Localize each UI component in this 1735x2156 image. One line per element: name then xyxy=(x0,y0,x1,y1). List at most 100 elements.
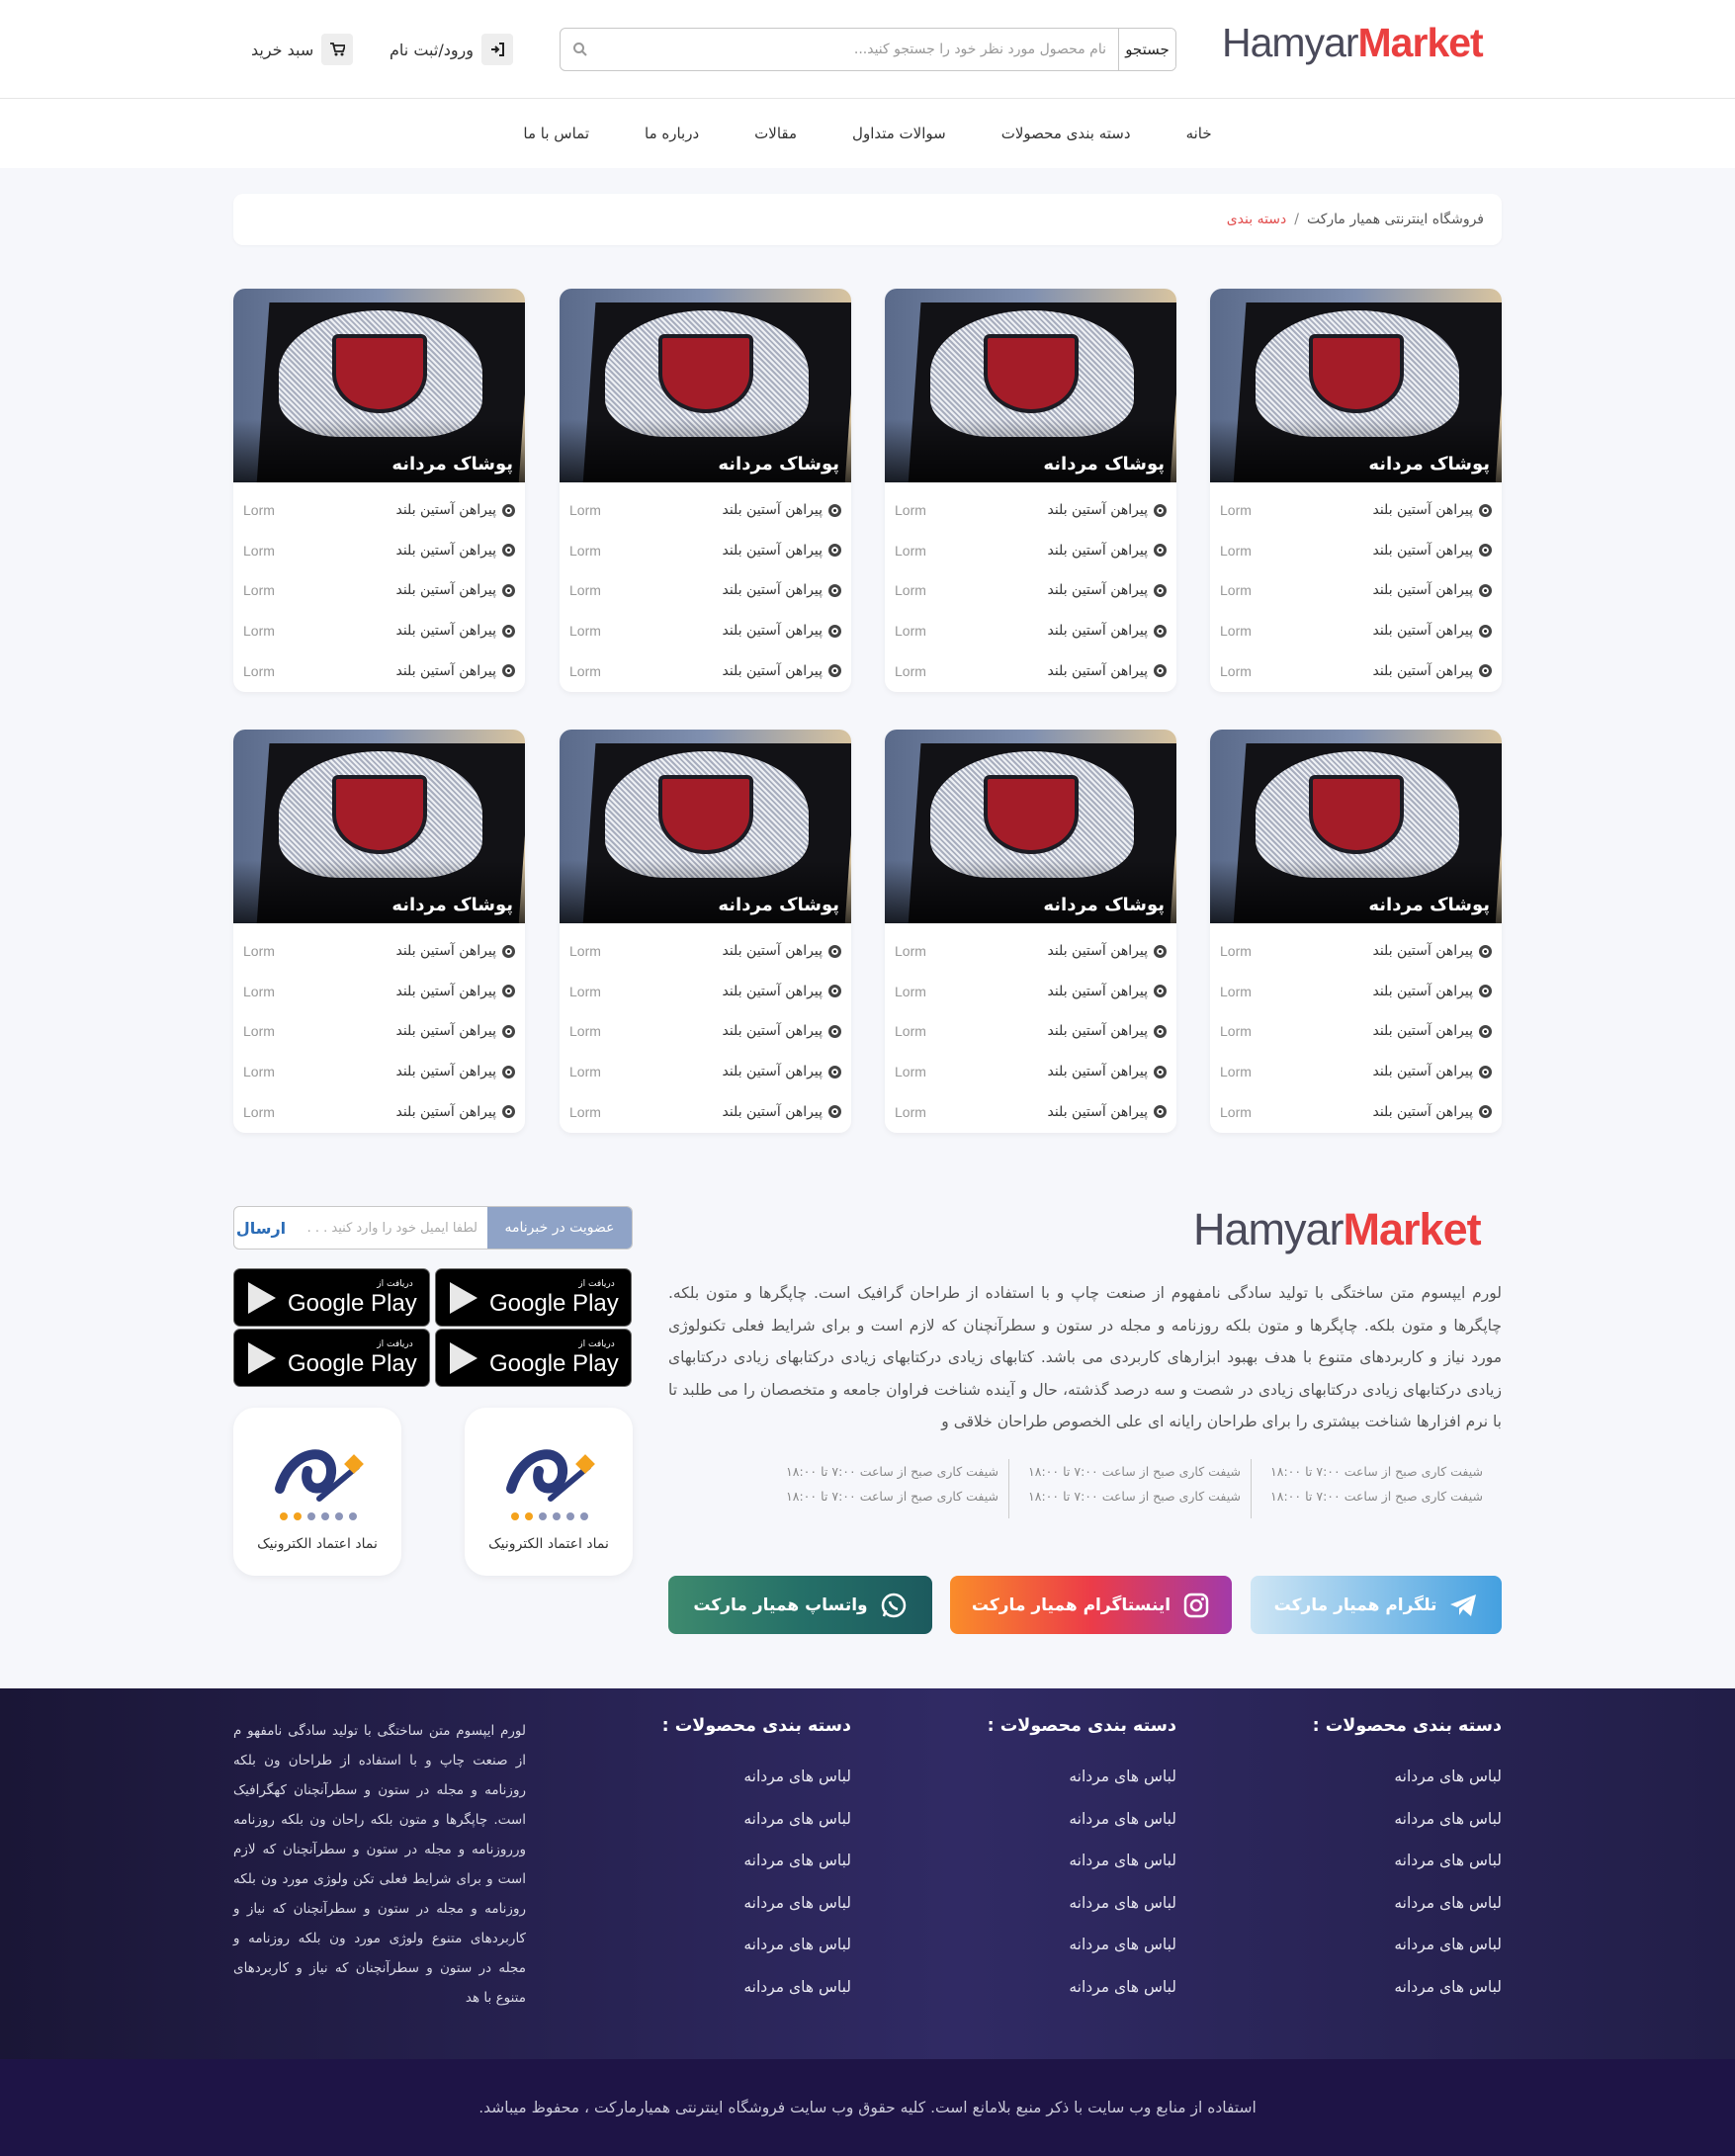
nav-item-contact[interactable]: تماس با ما xyxy=(523,125,589,142)
footer-link[interactable]: لباس های مردانه xyxy=(1069,1978,1176,2021)
category-item[interactable]: پیراهن آستین بلند Lorm xyxy=(243,931,515,972)
footer-link[interactable]: لباس های مردانه xyxy=(1069,1768,1176,1810)
telegram-button[interactable]: تلگرام همیار مارکت xyxy=(1251,1576,1502,1634)
login-register-link[interactable]: ورود/ثبت نام xyxy=(390,34,514,65)
whatsapp-button[interactable]: واتساپ همیار مارکت xyxy=(668,1576,932,1634)
category-item[interactable]: پیراهن آستین بلند Lorm xyxy=(1220,650,1492,691)
category-item[interactable]: پیراهن آستین بلند Lorm xyxy=(569,931,841,972)
footer-link[interactable]: لباس های مردانه xyxy=(1394,1810,1502,1853)
newsletter-email-input[interactable] xyxy=(288,1207,487,1249)
category-item[interactable]: پیراهن آستین بلند Lorm xyxy=(895,570,1167,611)
footer-link[interactable]: لباس های مردانه xyxy=(1394,1894,1502,1937)
enamad-trust-badge[interactable]: نماد اعتماد الکترونیک xyxy=(465,1408,633,1576)
search-input[interactable] xyxy=(600,29,1118,70)
category-item[interactable]: پیراهن آستین بلند Lorm xyxy=(1220,1011,1492,1052)
nav-item-about[interactable]: درباره ما xyxy=(645,125,699,142)
search-icon[interactable] xyxy=(561,29,600,70)
google-play-badge[interactable]: دریافت از Google Play xyxy=(435,1268,632,1327)
category-item[interactable]: پیراهن آستین بلند Lorm xyxy=(895,650,1167,691)
footer-link[interactable]: لباس های مردانه xyxy=(743,1894,851,1937)
category-card[interactable]: پوشاک مردانه پیراهن آستین بلند Lorm پیراهن … xyxy=(233,289,525,692)
newsletter-send-button[interactable]: ارسال xyxy=(234,1207,288,1249)
category-item[interactable]: پیراهن آستین بلند Lorm xyxy=(895,611,1167,651)
category-item[interactable]: پیراهن آستین بلند Lorm xyxy=(1220,931,1492,972)
category-card[interactable]: پوشاک مردانه پیراهن آستین بلند Lorm پیراهن … xyxy=(560,730,851,1133)
enamad-trust-badge[interactable]: نماد اعتماد الکترونیک xyxy=(233,1408,401,1576)
category-item[interactable]: پیراهن آستین بلند Lorm xyxy=(895,490,1167,531)
breadcrumb-home[interactable]: فروشگاه اینترنتی همیار مارکت xyxy=(1307,212,1484,227)
category-item[interactable]: پیراهن آستین بلند Lorm xyxy=(895,1091,1167,1132)
category-image[interactable]: پوشاک مردانه xyxy=(560,730,851,923)
footer-link[interactable]: لباس های مردانه xyxy=(1394,1852,1502,1894)
category-item[interactable]: پیراهن آستین بلند Lorm xyxy=(1220,490,1492,531)
site-logo[interactable]: HamyarMarket xyxy=(1222,20,1489,69)
category-item[interactable]: پیراهن آستین بلند Lorm xyxy=(569,1011,841,1052)
category-item[interactable]: پیراهن آستین بلند Lorm xyxy=(569,972,841,1012)
category-item[interactable]: پیراهن آستین بلند Lorm xyxy=(1220,1091,1492,1132)
category-card[interactable]: پوشاک مردانه پیراهن آستین بلند Lorm پیراهن … xyxy=(885,730,1176,1133)
category-image[interactable]: پوشاک مردانه xyxy=(1210,289,1502,482)
category-card[interactable]: پوشاک مردانه پیراهن آستین بلند Lorm پیراهن … xyxy=(1210,289,1502,692)
footer-link[interactable]: لباس های مردانه xyxy=(743,1768,851,1810)
cart-link[interactable]: سبد خرید xyxy=(251,34,354,65)
footer-logo[interactable]: HamyarMarket xyxy=(1193,1204,1486,1254)
category-item[interactable]: پیراهن آستین بلند Lorm xyxy=(1220,570,1492,611)
category-item-label: پیراهن آستین بلند xyxy=(1372,623,1473,640)
category-item[interactable]: پیراهن آستین بلند Lorm xyxy=(243,972,515,1012)
category-image[interactable]: پوشاک مردانه xyxy=(233,730,525,923)
google-play-badge[interactable]: دریافت از Google Play xyxy=(233,1268,430,1327)
footer-link[interactable]: لباس های مردانه xyxy=(1069,1936,1176,1978)
category-image[interactable]: پوشاک مردانه xyxy=(233,289,525,482)
category-item[interactable]: پیراهن آستین بلند Lorm xyxy=(895,1052,1167,1092)
nav-item-home[interactable]: خانه xyxy=(1186,125,1212,142)
category-item[interactable]: پیراهن آستین بلند Lorm xyxy=(243,650,515,691)
instagram-button[interactable]: اینستاگرام همیار مارکت xyxy=(950,1576,1232,1634)
category-item[interactable]: پیراهن آستین بلند Lorm xyxy=(895,531,1167,571)
category-image[interactable]: پوشاک مردانه xyxy=(885,289,1176,482)
category-image[interactable]: پوشاک مردانه xyxy=(885,730,1176,923)
footer-link[interactable]: لباس های مردانه xyxy=(743,1978,851,2021)
category-item[interactable]: پیراهن آستین بلند Lorm xyxy=(569,1091,841,1132)
footer-link[interactable]: لباس های مردانه xyxy=(1394,1978,1502,2021)
footer-link[interactable]: لباس های مردانه xyxy=(1069,1852,1176,1894)
category-item[interactable]: پیراهن آستین بلند Lorm xyxy=(569,1052,841,1092)
category-item[interactable]: پیراهن آستین بلند Lorm xyxy=(243,611,515,651)
category-item[interactable]: پیراهن آستین بلند Lorm xyxy=(243,1011,515,1052)
category-image[interactable]: پوشاک مردانه xyxy=(1210,730,1502,923)
search-button[interactable]: جستجو xyxy=(1118,29,1175,70)
category-item[interactable]: پیراهن آستین بلند Lorm xyxy=(569,650,841,691)
footer-link[interactable]: لباس های مردانه xyxy=(1394,1936,1502,1978)
category-item[interactable]: پیراهن آستین بلند Lorm xyxy=(895,1011,1167,1052)
category-card[interactable]: پوشاک مردانه پیراهن آستین بلند Lorm پیراهن … xyxy=(885,289,1176,692)
category-image[interactable]: پوشاک مردانه xyxy=(560,289,851,482)
footer-link[interactable]: لباس های مردانه xyxy=(743,1852,851,1894)
category-item[interactable]: پیراهن آستین بلند Lorm xyxy=(895,931,1167,972)
category-item[interactable]: پیراهن آستین بلند Lorm xyxy=(243,1052,515,1092)
category-item[interactable]: پیراهن آستین بلند Lorm xyxy=(569,611,841,651)
category-item[interactable]: پیراهن آستین بلند Lorm xyxy=(243,570,515,611)
category-item[interactable]: پیراهن آستین بلند Lorm xyxy=(243,531,515,571)
footer-link[interactable]: لباس های مردانه xyxy=(1394,1768,1502,1810)
category-card[interactable]: پوشاک مردانه پیراهن آستین بلند Lorm پیراهن … xyxy=(233,730,525,1133)
google-play-badge[interactable]: دریافت از Google Play xyxy=(435,1329,632,1387)
category-item[interactable]: پیراهن آستین بلند Lorm xyxy=(569,490,841,531)
nav-item-articles[interactable]: مقالات xyxy=(754,125,797,142)
category-card[interactable]: پوشاک مردانه پیراهن آستین بلند Lorm پیراهن … xyxy=(560,289,851,692)
category-item[interactable]: پیراهن آستین بلند Lorm xyxy=(1220,611,1492,651)
category-item[interactable]: پیراهن آستین بلند Lorm xyxy=(243,1091,515,1132)
footer-link[interactable]: لباس های مردانه xyxy=(1069,1810,1176,1853)
category-item[interactable]: پیراهن آستین بلند Lorm xyxy=(569,570,841,611)
category-item[interactable]: پیراهن آستین بلند Lorm xyxy=(1220,531,1492,571)
footer-link[interactable]: لباس های مردانه xyxy=(743,1936,851,1978)
footer-link[interactable]: لباس های مردانه xyxy=(1069,1894,1176,1937)
category-item[interactable]: پیراهن آستین بلند Lorm xyxy=(895,972,1167,1012)
google-play-badge[interactable]: دریافت از Google Play xyxy=(233,1329,430,1387)
footer-link[interactable]: لباس های مردانه xyxy=(743,1810,851,1853)
category-item[interactable]: پیراهن آستین بلند Lorm xyxy=(569,531,841,571)
category-item[interactable]: پیراهن آستین بلند Lorm xyxy=(1220,972,1492,1012)
category-item[interactable]: پیراهن آستین بلند Lorm xyxy=(1220,1052,1492,1092)
category-item[interactable]: پیراهن آستین بلند Lorm xyxy=(243,490,515,531)
category-card[interactable]: پوشاک مردانه پیراهن آستین بلند Lorm پیراهن … xyxy=(1210,730,1502,1133)
nav-item-categories[interactable]: دسته بندی محصولات xyxy=(1001,125,1131,142)
nav-item-faq[interactable]: سوالات متداول xyxy=(852,125,946,142)
